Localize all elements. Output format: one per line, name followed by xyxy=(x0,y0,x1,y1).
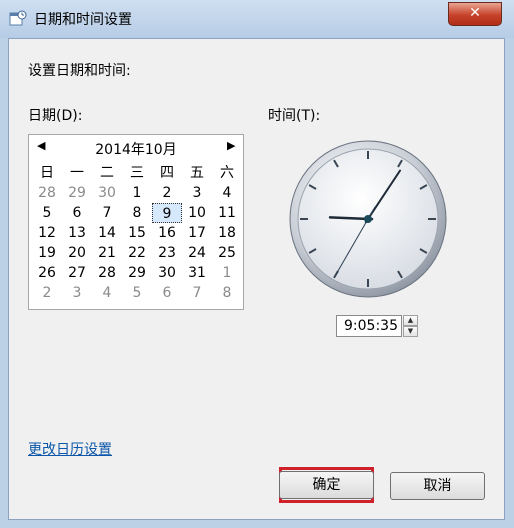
window-title: 日期和时间设置 xyxy=(34,12,132,28)
calendar-day[interactable]: 2 xyxy=(32,283,62,303)
calendar-day[interactable]: 17 xyxy=(182,223,212,243)
calendar-day[interactable]: 4 xyxy=(212,183,242,203)
page-heading: 设置日期和时间: xyxy=(28,63,131,79)
calendar-day[interactable]: 21 xyxy=(92,243,122,263)
weekday-label: 二 xyxy=(100,165,114,181)
time-label: 时间(T): xyxy=(268,108,321,124)
calendar-day[interactable]: 26 xyxy=(32,263,62,283)
change-calendar-settings-link[interactable]: 更改日历设置 xyxy=(28,439,112,459)
calendar-day[interactable]: 8 xyxy=(122,203,152,223)
ok-button[interactable]: 确定 xyxy=(279,471,374,499)
weekday-label: 一 xyxy=(70,165,84,181)
calendar-day[interactable]: 23 xyxy=(152,243,182,263)
calendar-week: 12 13 14 15 16 17 18 xyxy=(32,223,242,243)
calendar-day[interactable]: 3 xyxy=(62,283,92,303)
date-time-icon xyxy=(9,10,27,26)
weekday-label: 三 xyxy=(130,165,144,181)
calendar-day[interactable]: 19 xyxy=(32,243,62,263)
close-icon: ✕ xyxy=(469,5,481,21)
weekday-label: 四 xyxy=(160,165,174,181)
calendar-day[interactable]: 30 xyxy=(152,263,182,283)
calendar-day[interactable]: 31 xyxy=(182,263,212,283)
next-month-icon[interactable]: ▶ xyxy=(227,139,235,152)
calendar-day[interactable]: 29 xyxy=(122,263,152,283)
weekday-label: 五 xyxy=(190,165,204,181)
calendar-day[interactable]: 4 xyxy=(92,283,122,303)
calendar-day[interactable]: 2 xyxy=(152,183,182,203)
calendar-day[interactable]: 20 xyxy=(62,243,92,263)
calendar-day[interactable]: 25 xyxy=(212,243,242,263)
calendar-day-selected[interactable]: 9 xyxy=(152,203,182,223)
dialog-content: 设置日期和时间: 日期(D): 时间(T): ◀ 2014年10月 ▶ 日 一 … xyxy=(8,38,505,520)
time-input[interactable]: 9:05:35 xyxy=(336,315,402,337)
calendar-week: 2 3 4 5 6 7 8 xyxy=(32,283,242,303)
calendar-week: 19 20 21 22 23 24 25 xyxy=(32,243,242,263)
analog-clock xyxy=(289,140,447,298)
spin-down-icon[interactable]: ▼ xyxy=(403,326,418,337)
calendar-day[interactable]: 5 xyxy=(32,203,62,223)
calendar-day[interactable]: 5 xyxy=(122,283,152,303)
calendar-day[interactable]: 3 xyxy=(182,183,212,203)
calendar-day[interactable]: 28 xyxy=(92,263,122,283)
weekday-header: 日 一 二 三 四 五 六 xyxy=(32,163,242,183)
calendar-day[interactable]: 15 xyxy=(122,223,152,243)
calendar-day[interactable]: 7 xyxy=(92,203,122,223)
weekday-label: 日 xyxy=(40,165,54,181)
spin-up-icon[interactable]: ▲ xyxy=(403,315,418,326)
calendar-day[interactable]: 6 xyxy=(62,203,92,223)
close-button[interactable]: ✕ xyxy=(448,2,502,26)
calendar-day[interactable]: 29 xyxy=(62,183,92,203)
calendar-day[interactable]: 6 xyxy=(152,283,182,303)
calendar-day[interactable]: 16 xyxy=(152,223,182,243)
calendar-day[interactable]: 24 xyxy=(182,243,212,263)
calendar-day[interactable]: 1 xyxy=(212,263,242,283)
title-bar: 日期和时间设置 ✕ xyxy=(0,0,514,38)
cancel-button[interactable]: 取消 xyxy=(390,472,485,500)
calendar-day[interactable]: 13 xyxy=(62,223,92,243)
calendar-day[interactable]: 7 xyxy=(182,283,212,303)
calendar-week: 28 29 30 1 2 3 4 xyxy=(32,183,242,203)
calendar-day[interactable]: 18 xyxy=(212,223,242,243)
weekday-label: 六 xyxy=(220,165,234,181)
time-spinner[interactable]: ▲ ▼ xyxy=(403,315,418,337)
calendar-day[interactable]: 30 xyxy=(92,183,122,203)
calendar-day[interactable]: 8 xyxy=(212,283,242,303)
calendar-day[interactable]: 27 xyxy=(62,263,92,283)
calendar-grid: 日 一 二 三 四 五 六 28 29 30 1 2 3 4 5 6 7 8 9… xyxy=(32,163,242,303)
calendar-day[interactable]: 1 xyxy=(122,183,152,203)
calendar-week: 26 27 28 29 30 31 1 xyxy=(32,263,242,283)
calendar-day[interactable]: 12 xyxy=(32,223,62,243)
calendar[interactable]: ◀ 2014年10月 ▶ 日 一 二 三 四 五 六 28 29 30 1 2 … xyxy=(28,134,244,310)
calendar-day[interactable]: 10 xyxy=(182,203,212,223)
calendar-day[interactable]: 14 xyxy=(92,223,122,243)
date-label: 日期(D): xyxy=(28,108,83,124)
calendar-month-title[interactable]: 2014年10月 xyxy=(29,139,243,159)
calendar-day[interactable]: 22 xyxy=(122,243,152,263)
calendar-day[interactable]: 28 xyxy=(32,183,62,203)
calendar-day[interactable]: 11 xyxy=(212,203,242,223)
calendar-week: 5 6 7 8 9 10 11 xyxy=(32,203,242,223)
